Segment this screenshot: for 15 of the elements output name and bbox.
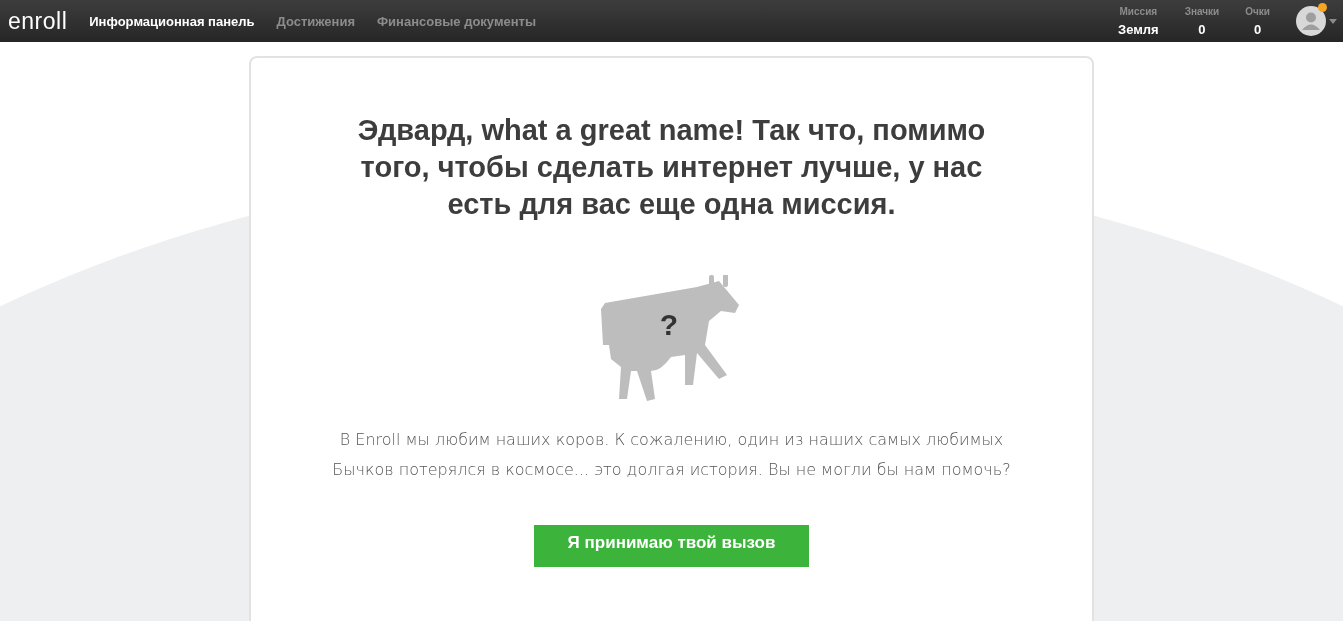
stat-value: Земля [1118, 21, 1159, 37]
accept-button[interactable]: Я принимаю твой вызов [534, 525, 809, 567]
stat-label: Миссия [1119, 5, 1158, 17]
caret-icon[interactable] [1329, 18, 1337, 24]
avatar-icon[interactable] [1296, 6, 1326, 36]
stat-label: Очки [1245, 5, 1270, 17]
stat-label: Значки [1184, 5, 1220, 17]
card-heading: Эдвард, what a great name! Так что, помимо того, чтобы сделать интернет лучше, у нас есть для вас еще одна миссия. [356, 113, 987, 222]
nav-link[interactable]: Достижения [276, 13, 355, 29]
stat-value: 0 [1198, 21, 1206, 37]
stat-value: 0 [1254, 21, 1262, 37]
brand-logo[interactable]: enroll [8, 7, 68, 35]
mission-text: В Enroll мы любим наших коров. К сожалению, один из наших самых любимых Бычков потерялся в космосе... это долгая история. Вы не могли бы нам помочь? [331, 429, 1012, 481]
nav-link[interactable]: Информационная панель [89, 13, 255, 29]
nav-link[interactable]: Финансовые документы [377, 13, 537, 29]
